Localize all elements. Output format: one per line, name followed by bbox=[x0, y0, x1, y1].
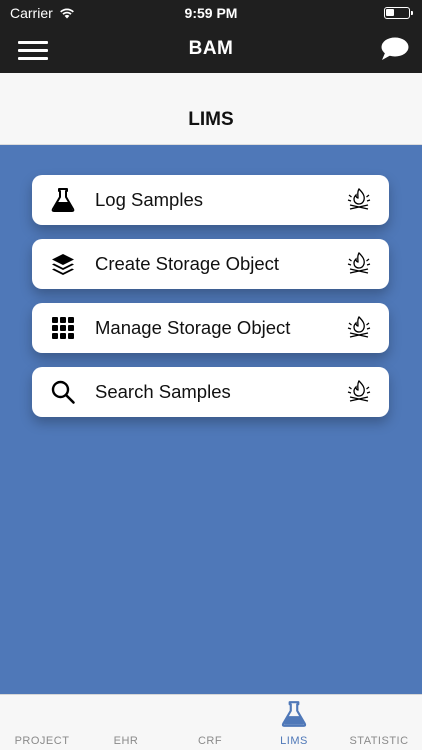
tab-label: LIMS bbox=[280, 735, 308, 747]
app-screen: Carrier 9:59 PM BAM LIMS Log Samples Cre… bbox=[0, 0, 422, 750]
campfire-icon bbox=[347, 251, 371, 274]
navigation-bar: BAM bbox=[0, 26, 422, 73]
tab-project[interactable]: PROJECT bbox=[0, 695, 84, 750]
menu-item-search-samples[interactable]: Search Samples bbox=[32, 367, 389, 417]
menu-item-label: Log Samples bbox=[95, 189, 203, 210]
campfire-icon bbox=[347, 187, 371, 210]
tab-crf[interactable]: CRF bbox=[168, 695, 252, 750]
chat-bubble-icon bbox=[381, 37, 409, 60]
tab-statistic[interactable]: STATISTIC bbox=[336, 695, 422, 750]
menu-item-label: Create Storage Object bbox=[95, 253, 280, 274]
tab-label: PROJECT bbox=[14, 735, 70, 747]
section-header: LIMS bbox=[0, 73, 422, 145]
tab-label: STATISTIC bbox=[349, 735, 409, 747]
menu-item-log-samples[interactable]: Log Samples bbox=[32, 175, 389, 225]
campfire-icon bbox=[347, 315, 371, 338]
chat-button[interactable] bbox=[380, 36, 410, 62]
campfire-icon bbox=[347, 379, 371, 402]
app-title: BAM bbox=[188, 38, 234, 59]
tab-ehr[interactable]: EHR bbox=[84, 695, 168, 750]
bottom-tab-bar: PROJECT EHR CRF LIMS STATISTIC bbox=[0, 694, 422, 750]
flask-icon bbox=[281, 701, 307, 727]
menu-item-create-storage-object[interactable]: Create Storage Object bbox=[32, 239, 389, 289]
menu-item-label: Manage Storage Object bbox=[95, 317, 291, 338]
grid-icon bbox=[52, 317, 74, 339]
lims-menu-list: Log Samples Create Storage Object Manage… bbox=[32, 175, 389, 431]
menu-item-manage-storage-object[interactable]: Manage Storage Object bbox=[32, 303, 389, 353]
menu-item-label: Search Samples bbox=[95, 381, 231, 402]
status-bar: Carrier 9:59 PM bbox=[0, 0, 422, 26]
battery-icon bbox=[384, 7, 413, 19]
tab-label: CRF bbox=[197, 735, 223, 747]
section-title: LIMS bbox=[188, 109, 234, 130]
flask-icon bbox=[51, 188, 75, 212]
tab-lims[interactable]: LIMS bbox=[252, 695, 336, 750]
status-time: 9:59 PM bbox=[184, 5, 238, 21]
search-icon bbox=[51, 380, 75, 404]
tab-label: EHR bbox=[113, 735, 139, 747]
layers-icon bbox=[52, 254, 74, 275]
